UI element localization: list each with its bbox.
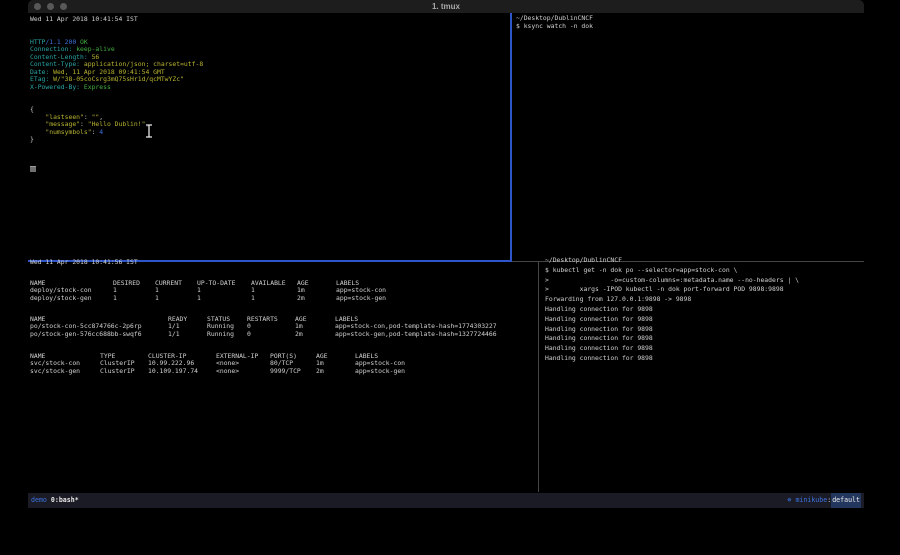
table-cell: app=stock-gen <box>355 368 405 375</box>
terminal-window: 1. tmux Wed 11 Apr 2018 10:41:54 IST HTT… <box>28 0 864 508</box>
table-cell: 1 <box>113 295 155 302</box>
terminal-line <box>30 31 512 39</box>
terminal-line: Wed 11 Apr 2018 10:41:54 IST <box>30 16 512 24</box>
table-cell: CURRENT <box>155 280 197 287</box>
table-cell: Running <box>207 331 247 338</box>
terminal-line: Forwarding from 127.0.0.1:9898 -> 9898 <box>545 295 870 305</box>
kube-context: minikube <box>795 493 827 508</box>
table-cell: 0 <box>247 323 295 330</box>
watch-timestamp: Wed 11 Apr 2018 10:41:56 IST <box>30 258 138 266</box>
table-cell: svc/stock-gen <box>30 368 100 375</box>
terminal-line <box>30 24 512 32</box>
pane-top-left-lines: Wed 11 Apr 2018 10:41:54 IST HTTP/1.1 20… <box>30 16 512 174</box>
table-cell: 1 <box>113 287 155 294</box>
terminal-line: $ ksync watch -n dok <box>516 23 868 31</box>
table-cell: <none> <box>216 368 270 375</box>
pods-table: NAMEREADYSTATUSRESTARTSAGELABELSpo/stock… <box>30 316 497 338</box>
terminal-line: $ kubectl get -n dok po --selector=app=s… <box>545 266 870 276</box>
terminal-line: Handling connection for 9898 <box>545 344 870 354</box>
terminal-line <box>30 99 512 107</box>
table-cell: 10.109.197.74 <box>148 368 216 375</box>
tmux-session-name: demo <box>31 493 47 508</box>
table-cell: 1 <box>251 295 297 302</box>
tmux-window-tab[interactable]: 0:bash* <box>51 493 79 508</box>
terminal-line: Handling connection for 9898 <box>545 315 870 325</box>
table-cell: 2m <box>295 331 335 338</box>
terminal-line: Connection: keep-alive <box>30 46 512 54</box>
table-cell: UP-TO-DATE <box>197 280 251 287</box>
table-cell: 1 <box>155 287 197 294</box>
pane-top-left[interactable]: Wed 11 Apr 2018 10:41:54 IST HTTP/1.1 20… <box>28 13 512 263</box>
table-cell: DESIRED <box>113 280 155 287</box>
table-cell: AVAILABLE <box>251 280 297 287</box>
table-cell: 2m <box>297 295 336 302</box>
terminal-line: > -o=custom-columns=:metadata.name --no-… <box>545 276 870 286</box>
kube-namespace: default <box>831 493 861 508</box>
pane-bottom-right[interactable]: ~/Desktop/DublinCNCF$ kubectl get -n dok… <box>539 249 870 500</box>
terminal-line: Handling connection for 9898 <box>545 334 870 344</box>
table-cell: 1 <box>197 295 251 302</box>
terminal-line: "numsymbols": 4 <box>30 129 512 137</box>
table-cell: 0 <box>247 331 295 338</box>
terminal-line <box>30 151 512 159</box>
window-title: 1. tmux <box>28 0 864 13</box>
deployments-table: NAMEDESIREDCURRENTUP-TO-DATEAVAILABLEAGE… <box>30 280 386 302</box>
block-cursor <box>30 166 36 172</box>
mouse-ibeam-cursor <box>144 123 154 142</box>
terminal-line: ~/Desktop/DublinCNCF <box>545 256 870 266</box>
table-cell: 2m <box>316 368 355 375</box>
terminal-line: > xargs -IPOD kubectl -n dok port-forwar… <box>545 285 870 295</box>
terminal-line: Handling connection for 9898 <box>545 325 870 335</box>
services-table: NAMETYPECLUSTER-IPEXTERNAL-IPPORT(S)AGEL… <box>30 353 405 375</box>
pane-bottom-left[interactable]: Wed 11 Apr 2018 10:41:56 IST NAMEDESIRED… <box>28 249 537 493</box>
terminal-line: } <box>30 136 512 144</box>
table-cell: 1/1 <box>168 331 207 338</box>
table-cell: po/stock-gen-576cc688bb-swqf6 <box>30 331 168 338</box>
table-cell: 1 <box>251 287 297 294</box>
pane-bottom-right-lines: ~/Desktop/DublinCNCF$ kubectl get -n dok… <box>545 256 870 364</box>
tmux-status-bar: demo 0:bash* ☸ minikube : default <box>28 493 864 508</box>
table-cell: ClusterIP <box>100 368 148 375</box>
table-cell: 9999/TCP <box>270 368 316 375</box>
terminal-line: Handling connection for 9898 <box>545 305 870 315</box>
pane-top-right-lines: ~/Desktop/DublinCNCF$ ksync watch -n dok <box>516 15 868 30</box>
table-cell: deploy/stock-gen <box>30 295 113 302</box>
table-cell: 1 <box>197 287 251 294</box>
table-cell: app=stock-gen <box>336 295 386 302</box>
window-titlebar[interactable]: 1. tmux <box>28 0 864 13</box>
table-cell: 1 <box>155 295 197 302</box>
terminal-line: X-Powered-By: Express <box>30 84 512 92</box>
terminal-line: Handling connection for 9898 <box>545 354 870 364</box>
table-cell: RESTARTS <box>247 316 295 323</box>
terminal-line <box>30 91 512 99</box>
terminal-line <box>30 144 512 152</box>
terminal-line <box>30 166 512 174</box>
table-cell: app=stock-gen,pod-template-hash=13277244… <box>335 331 497 338</box>
terminal-line <box>30 159 512 167</box>
pane-top-right[interactable]: ~/Desktop/DublinCNCF$ ksync watch -n dok <box>512 13 868 262</box>
